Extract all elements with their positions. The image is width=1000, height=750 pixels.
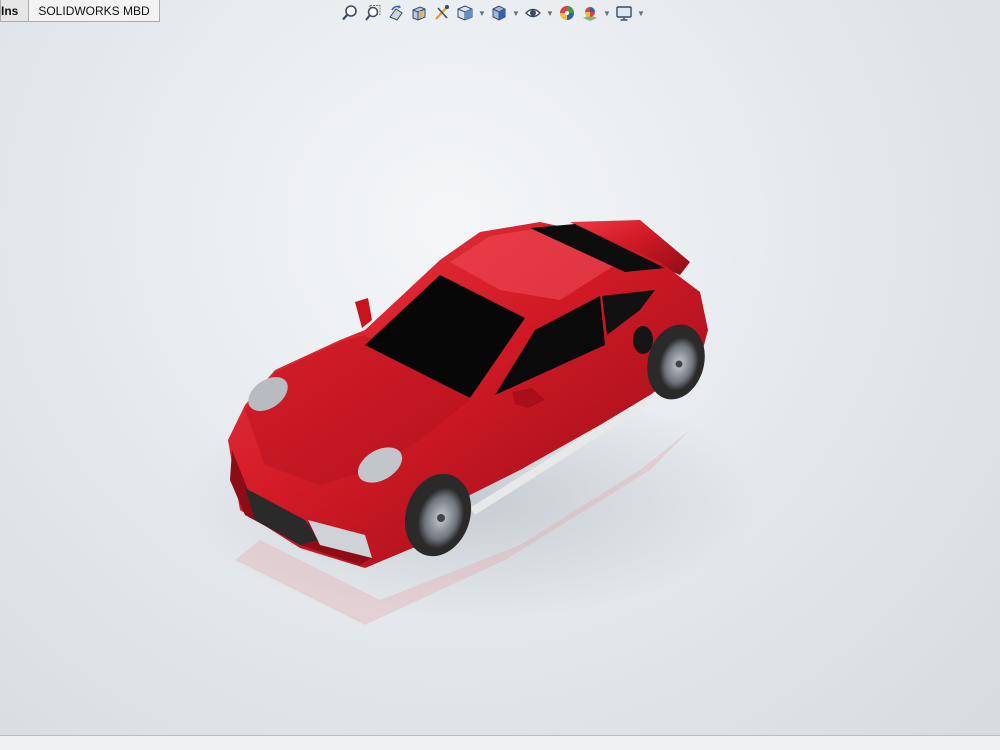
status-strip xyxy=(0,735,1000,750)
edit-appearance-icon[interactable] xyxy=(557,3,577,23)
view-settings-dropdown-icon[interactable]: ▼ xyxy=(637,3,645,23)
display-style-icon[interactable] xyxy=(489,3,509,23)
rear-side-intake xyxy=(633,326,653,354)
tab-solidworks-mbd[interactable]: SOLIDWORKS MBD xyxy=(28,0,160,22)
hide-show-dropdown-icon[interactable]: ▼ xyxy=(546,3,554,23)
rear-wheel-hub xyxy=(675,360,683,368)
tab-add-ins[interactable]: Ins xyxy=(0,0,30,22)
dynamic-annotation-views-icon[interactable] xyxy=(432,3,452,23)
view-orientation-icon[interactable] xyxy=(455,3,475,23)
zoom-to-area-icon[interactable] xyxy=(363,3,383,23)
display-style-dropdown-icon[interactable]: ▼ xyxy=(512,3,520,23)
view-settings-icon[interactable] xyxy=(614,3,634,23)
car-model-render xyxy=(180,220,760,625)
command-manager-tabs: Ins SOLIDWORKS MBD xyxy=(0,0,160,23)
heads-up-view-toolbar: ▼ ▼ ▼ ▼ ▼ xyxy=(340,2,645,24)
apply-scene-icon[interactable] xyxy=(580,3,600,23)
front-wheel-hub xyxy=(437,514,445,522)
graphics-area[interactable] xyxy=(0,24,1000,736)
apply-scene-dropdown-icon[interactable]: ▼ xyxy=(603,3,611,23)
left-mirror xyxy=(355,298,372,328)
previous-view-icon[interactable] xyxy=(386,3,406,23)
section-view-icon[interactable] xyxy=(409,3,429,23)
hide-show-items-icon[interactable] xyxy=(523,3,543,23)
view-orientation-dropdown-icon[interactable]: ▼ xyxy=(478,3,486,23)
zoom-to-fit-icon[interactable] xyxy=(340,3,360,23)
